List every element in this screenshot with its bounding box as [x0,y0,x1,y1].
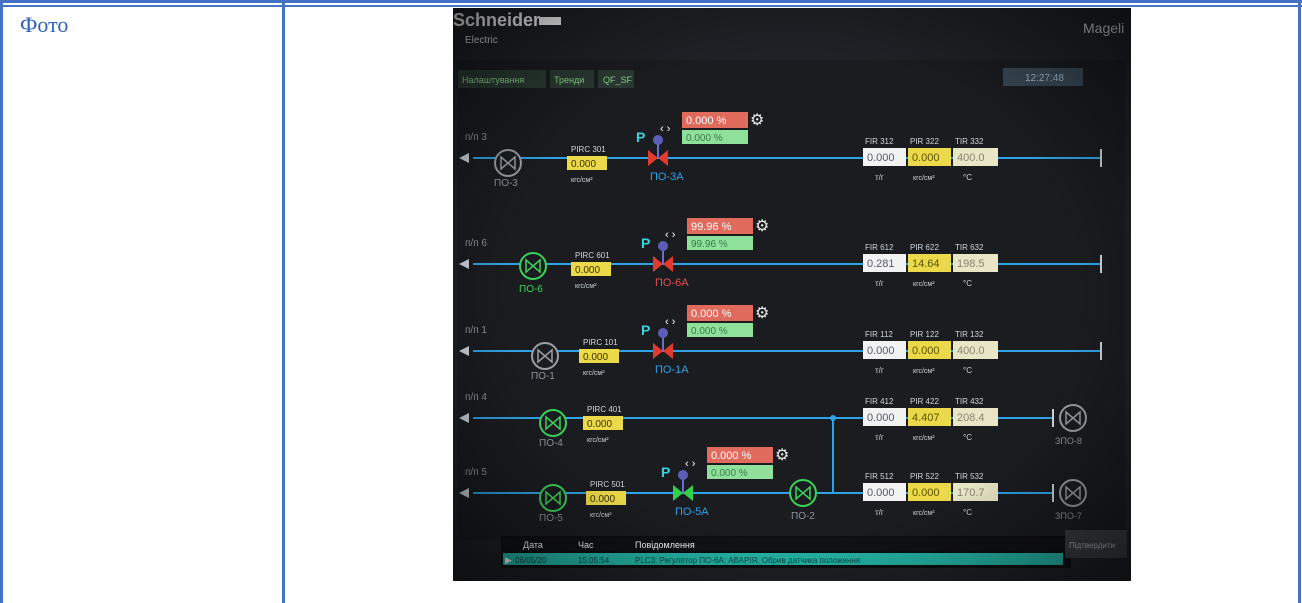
table-column-divider [282,0,285,603]
photo-cell-label: Фото [20,12,69,37]
table-left-border [0,0,3,603]
table-right-border [1298,0,1301,603]
hmi-photo: Schneider Electric Mageli Налаштування Т… [453,8,1131,581]
table-header-divider [0,5,1302,7]
table-top-border [0,0,1302,3]
photo-vignette [453,8,1131,581]
hmi-screen: Schneider Electric Mageli Налаштування Т… [453,8,1131,581]
document-table: Фото Schneider Electric Mageli Налаштува… [0,0,1302,603]
